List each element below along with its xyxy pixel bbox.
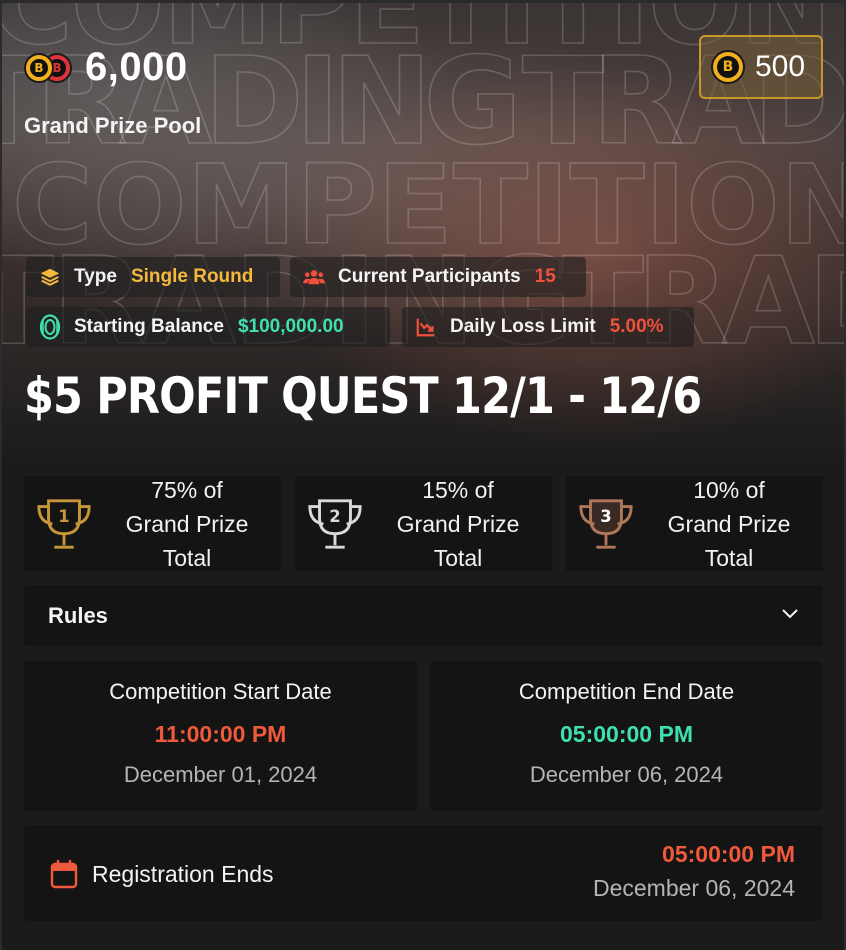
svg-text:1: 1: [58, 507, 69, 526]
competition-card: COMPETITION TRADING TRADE COMPETITION TR…: [0, 0, 846, 950]
end-date: December 06, 2024: [529, 762, 724, 787]
gold-trophy-icon: 1: [29, 495, 99, 553]
chevron-down-icon[interactable]: [781, 607, 799, 625]
prize-3-line1: 10% of: [693, 476, 765, 503]
coin-icon: B: [711, 50, 745, 84]
participants-value: 15: [534, 266, 556, 287]
participants-chip: Current Participants 15: [290, 257, 586, 297]
prize-card-first: 1 75% of Grand Prize Total: [24, 476, 281, 571]
registration-card: Registration Ends 05:00:00 PM December 0…: [24, 825, 823, 921]
coins-stack-icon: [38, 314, 62, 340]
end-date-card: Competition End Date 05:00:00 PM Decembe…: [430, 661, 823, 811]
prize-card-third: 3 10% of Grand Prize Total: [566, 476, 823, 571]
bronze-trophy-icon: 3: [571, 495, 641, 553]
daily-loss-value: 5.00%: [609, 316, 664, 337]
prize-1-line2: Grand Prize: [125, 510, 249, 537]
registration-time: 05:00:00 PM: [662, 841, 795, 867]
end-time: 05:00:00 PM: [560, 721, 693, 747]
competition-title: $5 PROFIT QUEST 12/1 - 12/6: [24, 367, 702, 425]
start-time: 11:00:00 PM: [154, 721, 287, 747]
start-date-label: Competition Start Date: [109, 679, 332, 704]
prize-coins-icon: B B: [24, 52, 74, 84]
prize-3-line2: Grand Prize: [667, 510, 791, 537]
bg-word-5: TRADING: [2, 233, 572, 372]
prize-pool: B B 6,000: [24, 45, 188, 90]
start-date: December 01, 2024: [123, 762, 318, 787]
calendar-icon: [50, 859, 78, 894]
daily-loss-chip: Daily Loss Limit 5.00%: [402, 307, 694, 347]
prize-1-line3: Total: [162, 544, 212, 571]
starting-balance-chip: Starting Balance $100,000.00: [26, 307, 390, 347]
users-icon: [302, 265, 326, 289]
hero-banner: COMPETITION TRADING TRADE COMPETITION TR…: [2, 3, 846, 458]
type-chip: Type Single Round: [26, 257, 280, 297]
daily-loss-label: Daily Loss Limit: [450, 316, 596, 337]
prize-2-line3: Total: [433, 544, 483, 571]
start-date-card: Competition Start Date 11:00:00 PM Decem…: [24, 661, 417, 811]
starting-balance-label: Starting Balance: [74, 316, 224, 337]
coin-balance-button[interactable]: B 500: [699, 35, 823, 99]
participants-label: Current Participants: [338, 266, 521, 287]
coin-balance-value: 500: [755, 50, 806, 83]
prize-3-line3: Total: [704, 544, 754, 571]
prize-card-second: 2 15% of Grand Prize Total: [295, 476, 552, 571]
prize-1-line1: 75% of: [151, 476, 223, 503]
bg-word-4: COMPETITION: [12, 141, 846, 269]
type-label: Type: [74, 266, 117, 287]
type-value: Single Round: [130, 266, 254, 287]
rules-accordion[interactable]: Rules: [24, 585, 823, 646]
prize-2-line1: 15% of: [422, 476, 494, 503]
prize-pool-label: Grand Prize Pool: [24, 113, 202, 138]
rules-label: Rules: [48, 602, 108, 628]
silver-trophy-icon: 2: [300, 495, 370, 553]
chart-down-icon: [414, 315, 438, 339]
prize-2-line2: Grand Prize: [396, 510, 520, 537]
svg-text:2: 2: [329, 507, 340, 526]
bg-word-6: TRADE: [562, 233, 846, 372]
prize-pool-value: 6,000: [85, 45, 188, 89]
registration-label: Registration Ends: [92, 861, 274, 887]
starting-balance-value: $100,000.00: [237, 316, 344, 337]
layers-icon: [38, 265, 62, 289]
registration-date: December 06, 2024: [592, 875, 795, 901]
svg-text:3: 3: [600, 507, 611, 526]
end-date-label: Competition End Date: [518, 679, 735, 704]
